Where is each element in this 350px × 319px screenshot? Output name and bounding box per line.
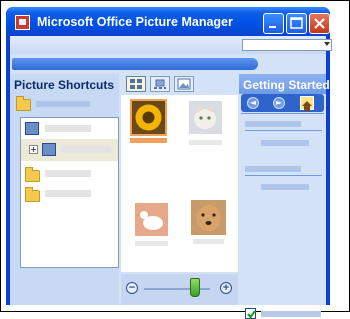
tree-item-label bbox=[61, 146, 111, 153]
picture-shortcuts-header: Picture Shortcuts bbox=[14, 78, 115, 92]
tree-item-label[interactable] bbox=[45, 125, 91, 132]
client-area: Picture Shortcuts + − + Getting Started … bbox=[10, 36, 332, 319]
section-heading bbox=[245, 166, 301, 172]
getting-started-pane: Getting Started ◄ ► bbox=[239, 74, 330, 319]
zoom-slider-thumb[interactable] bbox=[190, 278, 200, 297]
help-search-box[interactable] bbox=[242, 39, 332, 51]
show-at-startup-checkbox[interactable] bbox=[245, 308, 256, 319]
thumbnail-bird[interactable] bbox=[135, 203, 168, 236]
divider bbox=[245, 130, 322, 131]
thumbnail-view-icon bbox=[130, 79, 142, 89]
expand-icon[interactable]: + bbox=[29, 145, 38, 154]
section-heading bbox=[245, 121, 301, 127]
thumbnail-grid[interactable] bbox=[121, 95, 238, 272]
shortcuts-tree[interactable]: + bbox=[20, 117, 119, 268]
back-icon[interactable]: ◄ bbox=[247, 97, 259, 109]
dropdown-arrow-icon[interactable] bbox=[324, 42, 330, 46]
bird-icon bbox=[135, 203, 168, 236]
zoom-in-icon[interactable]: + bbox=[220, 282, 232, 294]
tree-item-label[interactable] bbox=[45, 170, 91, 177]
title-bar[interactable]: Microsoft Office Picture Manager bbox=[6, 7, 330, 35]
zoom-slider-track[interactable] bbox=[144, 288, 210, 290]
close-button[interactable] bbox=[309, 13, 330, 34]
minimize-button[interactable] bbox=[263, 13, 284, 34]
window-title: Microsoft Office Picture Manager bbox=[37, 15, 233, 29]
picture-manager-app-icon[interactable] bbox=[15, 15, 30, 30]
divider bbox=[245, 175, 322, 176]
maximize-button[interactable] bbox=[286, 13, 307, 34]
toolbar-band bbox=[12, 58, 258, 70]
single-picture-view-icon bbox=[177, 78, 191, 90]
cat-icon bbox=[189, 101, 222, 134]
minimize-icon bbox=[269, 26, 276, 28]
thumbnail-caption bbox=[193, 239, 224, 244]
zoom-bar: − + bbox=[121, 274, 238, 305]
thumbnail-caption-selected bbox=[130, 138, 167, 143]
getting-started-title: Getting Started bbox=[243, 78, 330, 92]
shortcut-folder-icon bbox=[42, 143, 56, 156]
maximize-icon bbox=[290, 17, 303, 29]
single-picture-view-button[interactable] bbox=[174, 76, 194, 92]
thumbnail-dog[interactable] bbox=[191, 200, 226, 235]
thumbnail-sunflower[interactable] bbox=[130, 99, 167, 136]
folder-save-icon[interactable] bbox=[25, 187, 40, 202]
task-link[interactable] bbox=[261, 140, 309, 146]
thumbnail-caption bbox=[189, 140, 222, 145]
picture-shortcuts-icon[interactable] bbox=[25, 122, 39, 135]
getting-started-header-bar: Getting Started bbox=[239, 74, 330, 94]
add-shortcut-link[interactable] bbox=[36, 101, 90, 107]
filmstrip-view-icon bbox=[154, 79, 166, 89]
thumbnail-cat[interactable] bbox=[189, 101, 222, 134]
app-window: Microsoft Office Picture Manager Picture… bbox=[6, 7, 332, 319]
thumbnail-view-button[interactable] bbox=[126, 76, 146, 92]
zoom-out-icon[interactable]: − bbox=[126, 282, 138, 294]
add-shortcut-folder-icon[interactable] bbox=[16, 96, 31, 111]
thumbnail-caption bbox=[135, 241, 168, 246]
home-icon[interactable] bbox=[300, 96, 314, 111]
screenshot-frame: Microsoft Office Picture Manager Picture… bbox=[0, 0, 350, 319]
tree-row-selected[interactable]: + bbox=[21, 139, 118, 161]
task-link[interactable] bbox=[261, 184, 309, 190]
divider bbox=[241, 113, 324, 114]
filmstrip-view-button[interactable] bbox=[150, 76, 170, 92]
view-mode-tabs bbox=[120, 74, 238, 94]
forward-icon[interactable]: ► bbox=[273, 97, 285, 109]
house-glyph bbox=[302, 101, 312, 111]
tree-item-label[interactable] bbox=[45, 190, 91, 197]
close-icon bbox=[314, 18, 325, 29]
sunflower-icon bbox=[132, 101, 165, 134]
toolbar bbox=[10, 36, 332, 54]
checkmark-icon bbox=[247, 310, 256, 319]
dog-icon bbox=[191, 200, 226, 235]
task-pane-nav: ◄ ► bbox=[241, 94, 324, 112]
folder-clock-icon[interactable] bbox=[25, 167, 40, 182]
